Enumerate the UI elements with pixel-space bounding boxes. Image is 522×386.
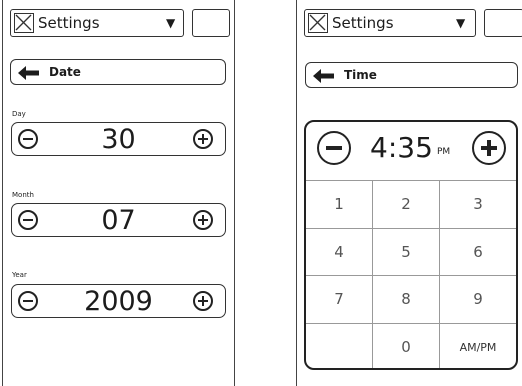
key-8[interactable]: 8 — [373, 276, 440, 324]
month-label: Month — [12, 191, 34, 199]
time-decrement-button[interactable] — [317, 131, 351, 165]
year-label: Year — [12, 271, 27, 279]
month-decrement-button[interactable] — [18, 210, 38, 230]
settings-select[interactable]: Settings ▼ — [10, 9, 184, 37]
key-3[interactable]: 3 — [440, 181, 516, 229]
side-button[interactable] — [484, 9, 522, 37]
time-picker: 4:35 PM 1 2 3 4 5 6 7 8 9 0 AM/PM — [304, 120, 518, 370]
time-settings-panel: Settings ▼ Time 4:35 PM 1 2 3 4 5 6 7 8 … — [296, 0, 522, 386]
key-0[interactable]: 0 — [373, 323, 440, 368]
key-1[interactable]: 1 — [306, 181, 373, 229]
settings-select-label: Settings — [332, 14, 394, 32]
day-increment-button[interactable] — [193, 129, 213, 149]
back-arrow-icon — [313, 68, 335, 87]
key-9[interactable]: 9 — [440, 276, 516, 324]
back-button-date[interactable]: Date — [10, 59, 226, 85]
side-button[interactable] — [192, 9, 230, 37]
keypad: 1 2 3 4 5 6 7 8 9 0 AM/PM — [306, 180, 516, 369]
date-settings-panel: Settings ▼ Date Day 30 Month 07 Year 200… — [2, 0, 235, 386]
time-value: 4:35 — [370, 131, 433, 164]
key-2[interactable]: 2 — [373, 181, 440, 229]
month-value: 07 — [101, 205, 136, 236]
key-blank — [306, 323, 373, 368]
settings-select-label: Settings — [38, 14, 100, 32]
back-button-label: Time — [344, 68, 377, 82]
month-increment-button[interactable] — [193, 210, 213, 230]
caret-down-icon: ▼ — [456, 16, 466, 30]
year-increment-button[interactable] — [193, 291, 213, 311]
year-stepper: 2009 — [11, 284, 226, 318]
key-5[interactable]: 5 — [373, 228, 440, 276]
back-button-label: Date — [49, 65, 81, 79]
caret-down-icon: ▼ — [166, 16, 176, 30]
time-increment-button[interactable] — [472, 131, 506, 165]
month-stepper: 07 — [11, 203, 226, 237]
day-value: 30 — [101, 124, 136, 155]
key-6[interactable]: 6 — [440, 229, 516, 276]
day-label: Day — [12, 110, 26, 118]
year-decrement-button[interactable] — [18, 291, 38, 311]
x-box-icon — [14, 13, 34, 33]
time-display: 4:35 PM — [306, 122, 516, 180]
back-button-time[interactable]: Time — [305, 62, 518, 88]
year-value: 2009 — [84, 286, 153, 317]
day-decrement-button[interactable] — [18, 129, 38, 149]
settings-select[interactable]: Settings ▼ — [304, 9, 476, 37]
key-7[interactable]: 7 — [306, 276, 373, 324]
key-am-pm[interactable]: AM/PM — [440, 324, 516, 369]
time-period: PM — [437, 147, 451, 157]
x-box-icon — [308, 13, 328, 33]
key-4[interactable]: 4 — [306, 228, 373, 276]
back-arrow-icon — [18, 65, 40, 84]
day-stepper: 30 — [11, 122, 226, 156]
